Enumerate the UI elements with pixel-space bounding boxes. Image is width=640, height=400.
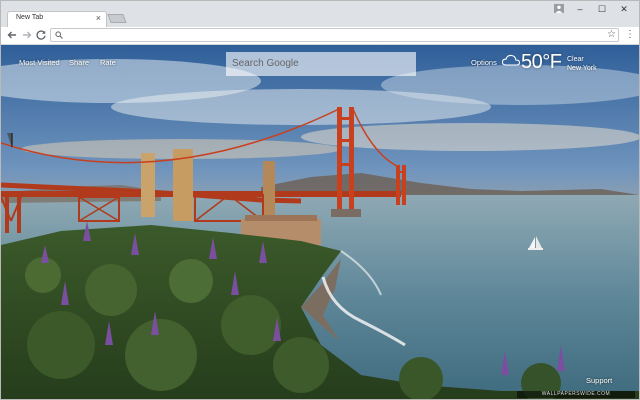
close-window-button[interactable]: ✕: [615, 3, 633, 15]
google-search-input[interactable]: Search Google: [226, 52, 416, 76]
search-icon: [55, 31, 63, 39]
support-link[interactable]: Support: [586, 376, 612, 385]
maximize-button[interactable]: ☐: [593, 3, 611, 15]
weather-condition: Clear: [567, 56, 584, 63]
forward-arrow-icon[interactable]: [21, 29, 33, 41]
browser-window: New Tab × – ☐ ✕ ☆ ⋮ Most Visited Share R…: [0, 0, 640, 400]
back-arrow-icon[interactable]: [6, 29, 18, 41]
share-link[interactable]: Share: [69, 58, 89, 67]
new-tab-page: Most Visited Share Rate Search Google Op…: [1, 45, 639, 399]
browser-menu-icon[interactable]: ⋮: [625, 28, 635, 41]
bookmark-star-icon[interactable]: ☆: [607, 28, 616, 41]
most-visited-link[interactable]: Most Visited: [19, 58, 60, 67]
address-bar[interactable]: [50, 28, 619, 42]
tab-title: New Tab: [16, 14, 44, 21]
browser-toolbar: ☆ ⋮: [1, 27, 639, 45]
temperature-display: 50°F: [521, 51, 562, 73]
weather-info: Clear New York: [567, 55, 597, 73]
search-placeholder: Search Google: [232, 58, 299, 69]
options-link[interactable]: Options: [471, 58, 497, 67]
title-bar: New Tab × – ☐ ✕: [1, 1, 639, 27]
new-tab-button[interactable]: [107, 14, 127, 23]
cloud-icon: [502, 54, 520, 66]
rate-link[interactable]: Rate: [100, 58, 116, 67]
weather-location: New York: [567, 65, 597, 72]
minimize-button[interactable]: –: [571, 3, 589, 15]
tab-new-tab[interactable]: New Tab ×: [7, 11, 107, 27]
wallpaper-watermark: WALLPAPERSWIDE.COM: [517, 391, 635, 398]
golden-gate-wallpaper: [1, 45, 639, 399]
reload-icon[interactable]: [35, 29, 47, 41]
tab-close-icon[interactable]: ×: [96, 13, 101, 23]
profile-icon[interactable]: [554, 4, 564, 13]
